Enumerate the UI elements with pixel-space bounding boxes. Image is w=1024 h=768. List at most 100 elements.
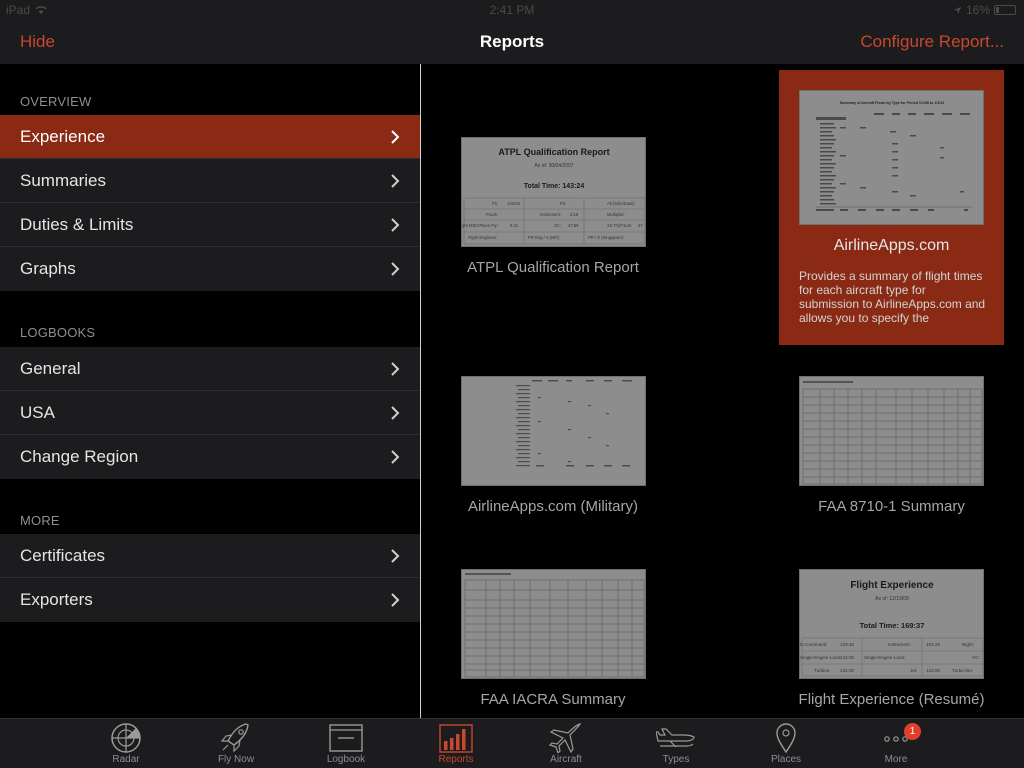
- thumb-cell: Single-Engine Land:: [864, 655, 905, 660]
- sidebar-item-label: Experience: [20, 126, 106, 146]
- thumb-cell: Instrument:: [888, 642, 911, 647]
- sidebar-item-experience[interactable]: Experience: [0, 115, 420, 159]
- more-group: Certificates Exporters: [0, 534, 420, 622]
- thumb-cell: ght MSC/Place Fly:: [462, 223, 498, 228]
- report-description: Provides a summary of flight times for e…: [799, 269, 986, 325]
- thumb-total: Total Time: 143:24: [524, 183, 585, 190]
- tab-more[interactable]: 1 More: [856, 719, 936, 768]
- tab-radar[interactable]: Radar: [86, 719, 166, 768]
- thumb-cell: Instrument:: [540, 212, 561, 217]
- chevron-right-icon: [391, 362, 400, 376]
- report-thumbnail: [461, 569, 646, 679]
- thumb-heading: ATPL Qualification Report: [498, 147, 609, 157]
- thumb-cell: 142:00: [926, 668, 940, 673]
- thumb-cell: P1u/s:: [486, 212, 498, 217]
- tab-places[interactable]: Places: [746, 719, 826, 768]
- notification-badge: 1: [904, 723, 921, 740]
- report-thumbnail: Flight Experience As of: 12/19/09 Total …: [799, 569, 984, 679]
- thumb-as-of: As of: 12/19/09: [875, 596, 909, 602]
- thumb-heading: Summary of Aircraft Flown by Type for Pe…: [840, 101, 944, 105]
- report-title: FAA IACRA Summary: [480, 691, 626, 708]
- tab-label: Aircraft: [550, 754, 582, 765]
- sidebar-item-label: Duties & Limits: [20, 214, 134, 234]
- chevron-right-icon: [391, 450, 400, 464]
- aircraft-icon: [548, 723, 582, 753]
- thumb-cell: In Command:: [800, 642, 828, 647]
- radar-icon: [111, 723, 141, 753]
- sidebar-item-graphs[interactable]: Graphs: [0, 247, 420, 291]
- thumb-cell: 129:45: [840, 642, 854, 647]
- thumb-cell: PR / S (Singapore):: [588, 235, 624, 240]
- sidebar-item-general[interactable]: General: [0, 347, 420, 391]
- report-title: AirlineApps.com (Military): [467, 498, 639, 515]
- sidebar-item-label: USA: [20, 402, 55, 422]
- report-title: FAA 8710-1 Summary: [818, 498, 965, 515]
- thumb-cell: 142:00: [840, 655, 854, 660]
- chevron-right-icon: [391, 174, 400, 188]
- chevron-right-icon: [391, 218, 400, 232]
- thumb-cell: Turbine:: [814, 668, 831, 673]
- chevron-right-icon: [391, 406, 400, 420]
- tab-aircraft[interactable]: Aircraft: [526, 719, 606, 768]
- sidebar-item-exporters[interactable]: Exporters: [0, 578, 420, 622]
- sidebar-item-summaries[interactable]: Summaries: [0, 159, 420, 203]
- thumb-cell: Night:: [962, 642, 974, 647]
- navigation-bar: Hide Reports Configure Report...: [0, 20, 1024, 64]
- sidebar-item-label: Exporters: [20, 590, 93, 609]
- thumb-cell: Turbo-fan:: [952, 668, 973, 673]
- sidebar: OVERVIEW Experience Summaries Duties & L…: [0, 64, 420, 718]
- location-arrow-icon: [953, 6, 962, 14]
- report-title: ATPL Qualification Report: [467, 259, 639, 276]
- thumb-cell: Single-Engine Land:: [800, 655, 841, 660]
- section-header-logbooks: LOGBOOKS: [20, 325, 96, 340]
- report-thumbnail: [799, 376, 984, 486]
- tab-fly-now[interactable]: Fly Now: [196, 719, 276, 768]
- tab-types[interactable]: Types: [636, 719, 716, 768]
- report-thumbnail: ATPL Qualification Report As of: 30/04/2…: [461, 137, 646, 247]
- thumb-cell: 8:41: [510, 223, 519, 228]
- report-card-airlineapps[interactable]: Summary of Aircraft Flown by Type for Pe…: [779, 70, 1004, 345]
- report-title: AirlineApps.com: [833, 237, 950, 254]
- sidebar-item-label: General: [20, 358, 81, 378]
- battery-percent: 16%: [965, 3, 990, 17]
- chevron-right-icon: [391, 130, 400, 144]
- status-bar: iPad 2:41 PM 16%: [0, 0, 1024, 20]
- sidebar-item-usa[interactable]: USA: [0, 391, 420, 435]
- sidebar-item-label: Certificates: [20, 545, 106, 565]
- thumb-cell: Multipilot:: [607, 212, 625, 217]
- sidebar-item-label: Graphs: [20, 259, 76, 278]
- configure-report-button[interactable]: Configure Report...: [860, 32, 1004, 52]
- thumb-cell: PR Eng / S (NR):: [528, 235, 560, 240]
- thumb-as-of: As of: 30/04/2007: [534, 163, 573, 169]
- report-thumbnail: [461, 376, 646, 486]
- status-time: 2:41 PM: [489, 3, 535, 17]
- thumb-cell: 142:00: [840, 668, 854, 673]
- logbook-icon: [329, 724, 363, 752]
- thumb-cell: Jet:: [910, 668, 917, 673]
- tab-label: Fly Now: [217, 754, 255, 765]
- thumb-cell: 143:09: [507, 201, 520, 206]
- report-title: Flight Experience (Resumé): [798, 691, 985, 708]
- sidebar-item-duties-limits[interactable]: Duties & Limits: [0, 203, 420, 247]
- rocket-icon: [220, 723, 249, 753]
- tab-label: Logbook: [326, 754, 366, 765]
- sidebar-item-change-region[interactable]: Change Region: [0, 435, 420, 479]
- tab-reports[interactable]: Reports: [416, 719, 496, 768]
- tab-label: Reports: [438, 754, 474, 765]
- places-icon: [776, 723, 796, 753]
- chevron-right-icon: [391, 262, 400, 276]
- tab-bar: Radar Fly Now Logbook Reports Aircraft T…: [0, 718, 1024, 768]
- chevron-right-icon: [391, 593, 400, 607]
- logbooks-group: General USA Change Region: [0, 347, 420, 479]
- tab-logbook[interactable]: Logbook: [306, 719, 386, 768]
- reports-icon: [439, 724, 473, 753]
- thumb-cell: 163:20: [926, 642, 940, 647]
- thumb-cell: 2:18: [570, 212, 579, 217]
- sidebar-item-certificates[interactable]: Certificates: [0, 534, 420, 578]
- thumb-cell: XC:: [972, 655, 980, 660]
- thumb-heading: Flight Experience: [850, 580, 934, 591]
- section-header-more: MORE: [20, 513, 60, 528]
- thumb-cell: 47:59: [568, 223, 579, 228]
- thumb-cell: P2:: [560, 201, 566, 206]
- section-header-overview: OVERVIEW: [20, 94, 92, 109]
